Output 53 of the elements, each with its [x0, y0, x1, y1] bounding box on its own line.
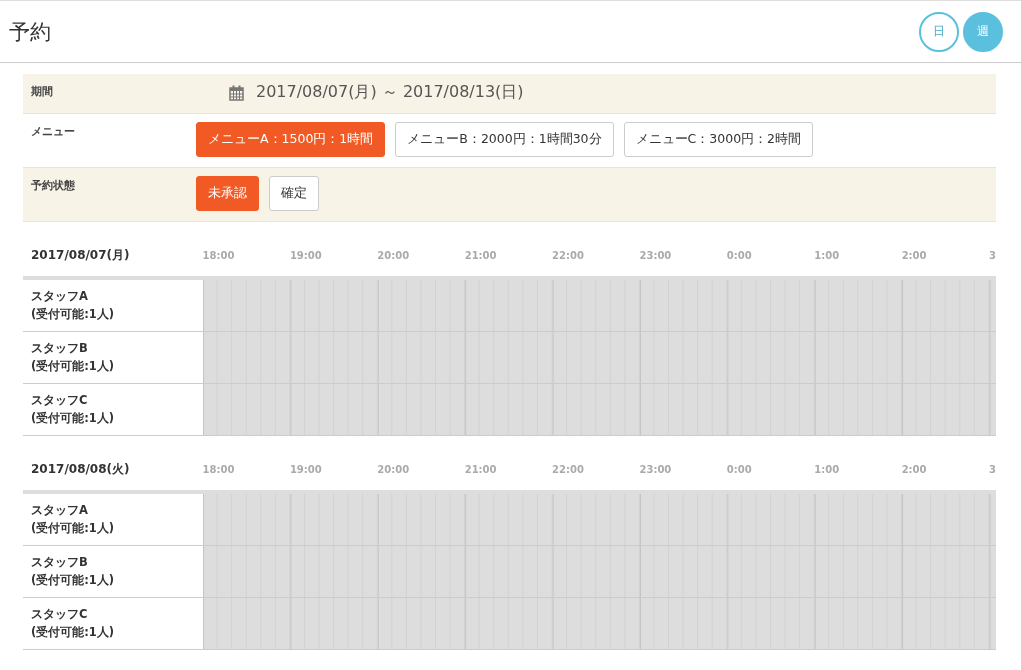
day-date: 2017/08/07(月) [30, 246, 131, 264]
hour-label: 19:00 [289, 249, 323, 261]
hour-label: 0:00 [726, 249, 753, 261]
staff-capacity: (受付可能:1人) [31, 571, 116, 589]
day-date: 2017/08/08(火) [30, 460, 131, 478]
hour-label: 20:00 [377, 249, 411, 261]
staff-name: スタッフA [31, 502, 89, 520]
hour-label: 3 [989, 463, 996, 475]
staff-capacity: (受付可能:1人) [31, 623, 116, 641]
hour-label: 1:00 [814, 463, 841, 475]
hour-label: 18:00 [202, 463, 236, 475]
filter-label: メニュー [31, 124, 76, 140]
filter-option[interactable]: メニューA：1500円：1時間 [196, 122, 386, 157]
hour-label: 19:00 [289, 463, 323, 475]
hour-label: 23:00 [639, 463, 673, 475]
hour-label: 21:00 [464, 249, 498, 261]
hour-label: 1:00 [814, 249, 841, 261]
time-slot-track[interactable] [203, 494, 996, 545]
time-slot-track[interactable] [203, 598, 996, 649]
hour-label: 22:00 [552, 249, 585, 261]
staff-name: スタッフC [31, 606, 89, 624]
staff-name: スタッフA [31, 288, 89, 306]
filter-option[interactable]: 未承認 [196, 176, 259, 211]
page-title: 予約 [9, 18, 51, 46]
filter-option[interactable]: メニューC：3000円：2時間 [623, 122, 814, 157]
filter-label: 期間 [31, 84, 54, 100]
view-toggle[interactable]: 日 [919, 11, 959, 52]
period-range: 2017/08/07(月) ～ 2017/08/13(日) [256, 82, 524, 103]
hour-label: 2:00 [901, 249, 928, 261]
hour-label: 0:00 [726, 463, 753, 475]
time-slot-track[interactable] [203, 332, 996, 383]
filter-option[interactable]: メニューB：2000円：1時間30分 [395, 122, 614, 157]
hour-label: 2:00 [901, 463, 928, 475]
staff-capacity: (受付可能:1人) [31, 305, 116, 323]
time-slot-track[interactable] [203, 280, 996, 331]
hour-label: 18:00 [202, 249, 236, 261]
hour-label: 23:00 [639, 249, 673, 261]
filter-option[interactable]: 確定 [269, 176, 319, 211]
hour-label: 21:00 [464, 463, 498, 475]
staff-name: スタッフB [31, 554, 89, 572]
hour-label: 3 [989, 249, 996, 261]
staff-name: スタッフC [31, 392, 89, 410]
time-slot-track[interactable] [203, 384, 996, 435]
filter-label: 予約状態 [31, 178, 76, 194]
staff-capacity: (受付可能:1人) [31, 357, 116, 375]
calendar-icon [229, 84, 244, 101]
time-slot-track[interactable] [203, 546, 996, 597]
hour-label: 22:00 [552, 463, 585, 475]
view-toggle[interactable]: 週 [963, 11, 1003, 52]
staff-name: スタッフB [31, 340, 89, 358]
staff-capacity: (受付可能:1人) [31, 409, 116, 427]
staff-capacity: (受付可能:1人) [31, 519, 116, 537]
hour-label: 20:00 [377, 463, 411, 475]
